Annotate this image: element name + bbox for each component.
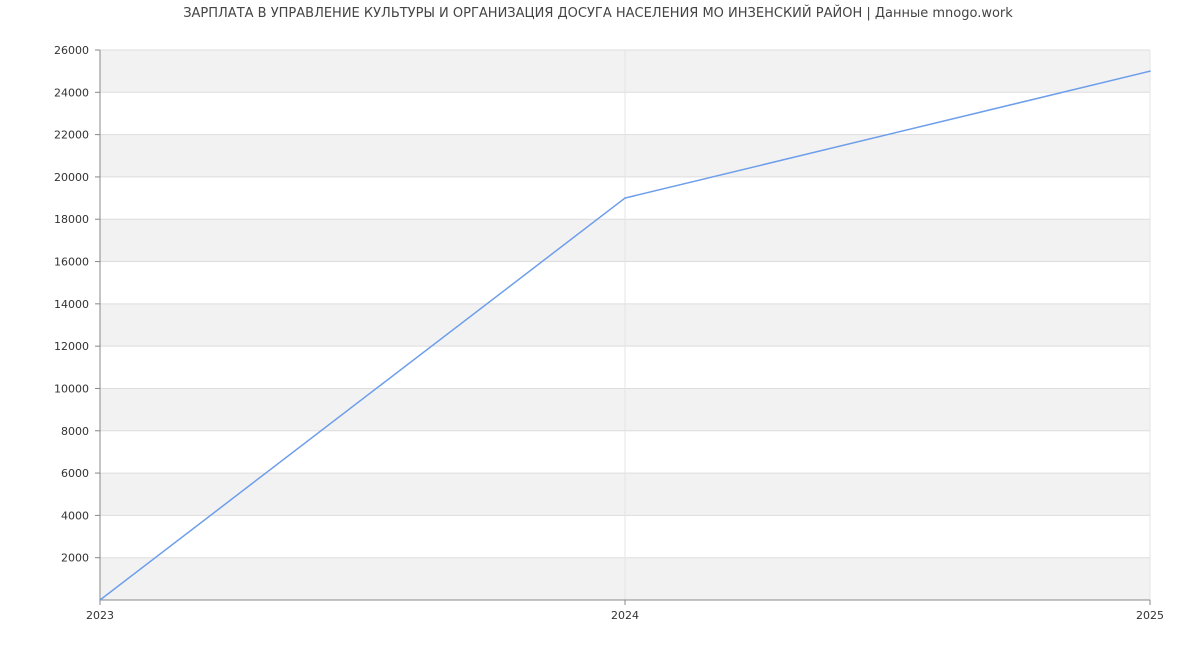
y-tick-label: 8000 [61,425,89,438]
y-tick-label: 2000 [61,552,89,565]
data-point [99,599,101,601]
y-tick-label: 22000 [54,129,89,142]
y-tick-label: 14000 [54,298,89,311]
y-tick-label: 4000 [61,509,89,522]
y-tick-label: 18000 [54,213,89,226]
chart-container: ЗАРПЛАТА В УПРАВЛЕНИЕ КУЛЬТУРЫ И ОРГАНИЗ… [0,0,1200,650]
y-tick-label: 6000 [61,467,89,480]
y-tick-label: 24000 [54,86,89,99]
x-tick-label: 2024 [611,609,639,622]
y-tick-label: 10000 [54,382,89,395]
x-tick-label: 2023 [86,609,114,622]
x-tick-label: 2025 [1136,609,1164,622]
y-tick-label: 26000 [54,44,89,57]
y-tick-label: 12000 [54,340,89,353]
y-tick-label: 16000 [54,256,89,269]
line-chart: 2000 4000 6000 8000 10000 12000 14000 16000 1800… [54,44,1164,622]
y-tick-label: 20000 [54,171,89,184]
data-point [1149,70,1151,72]
data-point [624,197,626,199]
